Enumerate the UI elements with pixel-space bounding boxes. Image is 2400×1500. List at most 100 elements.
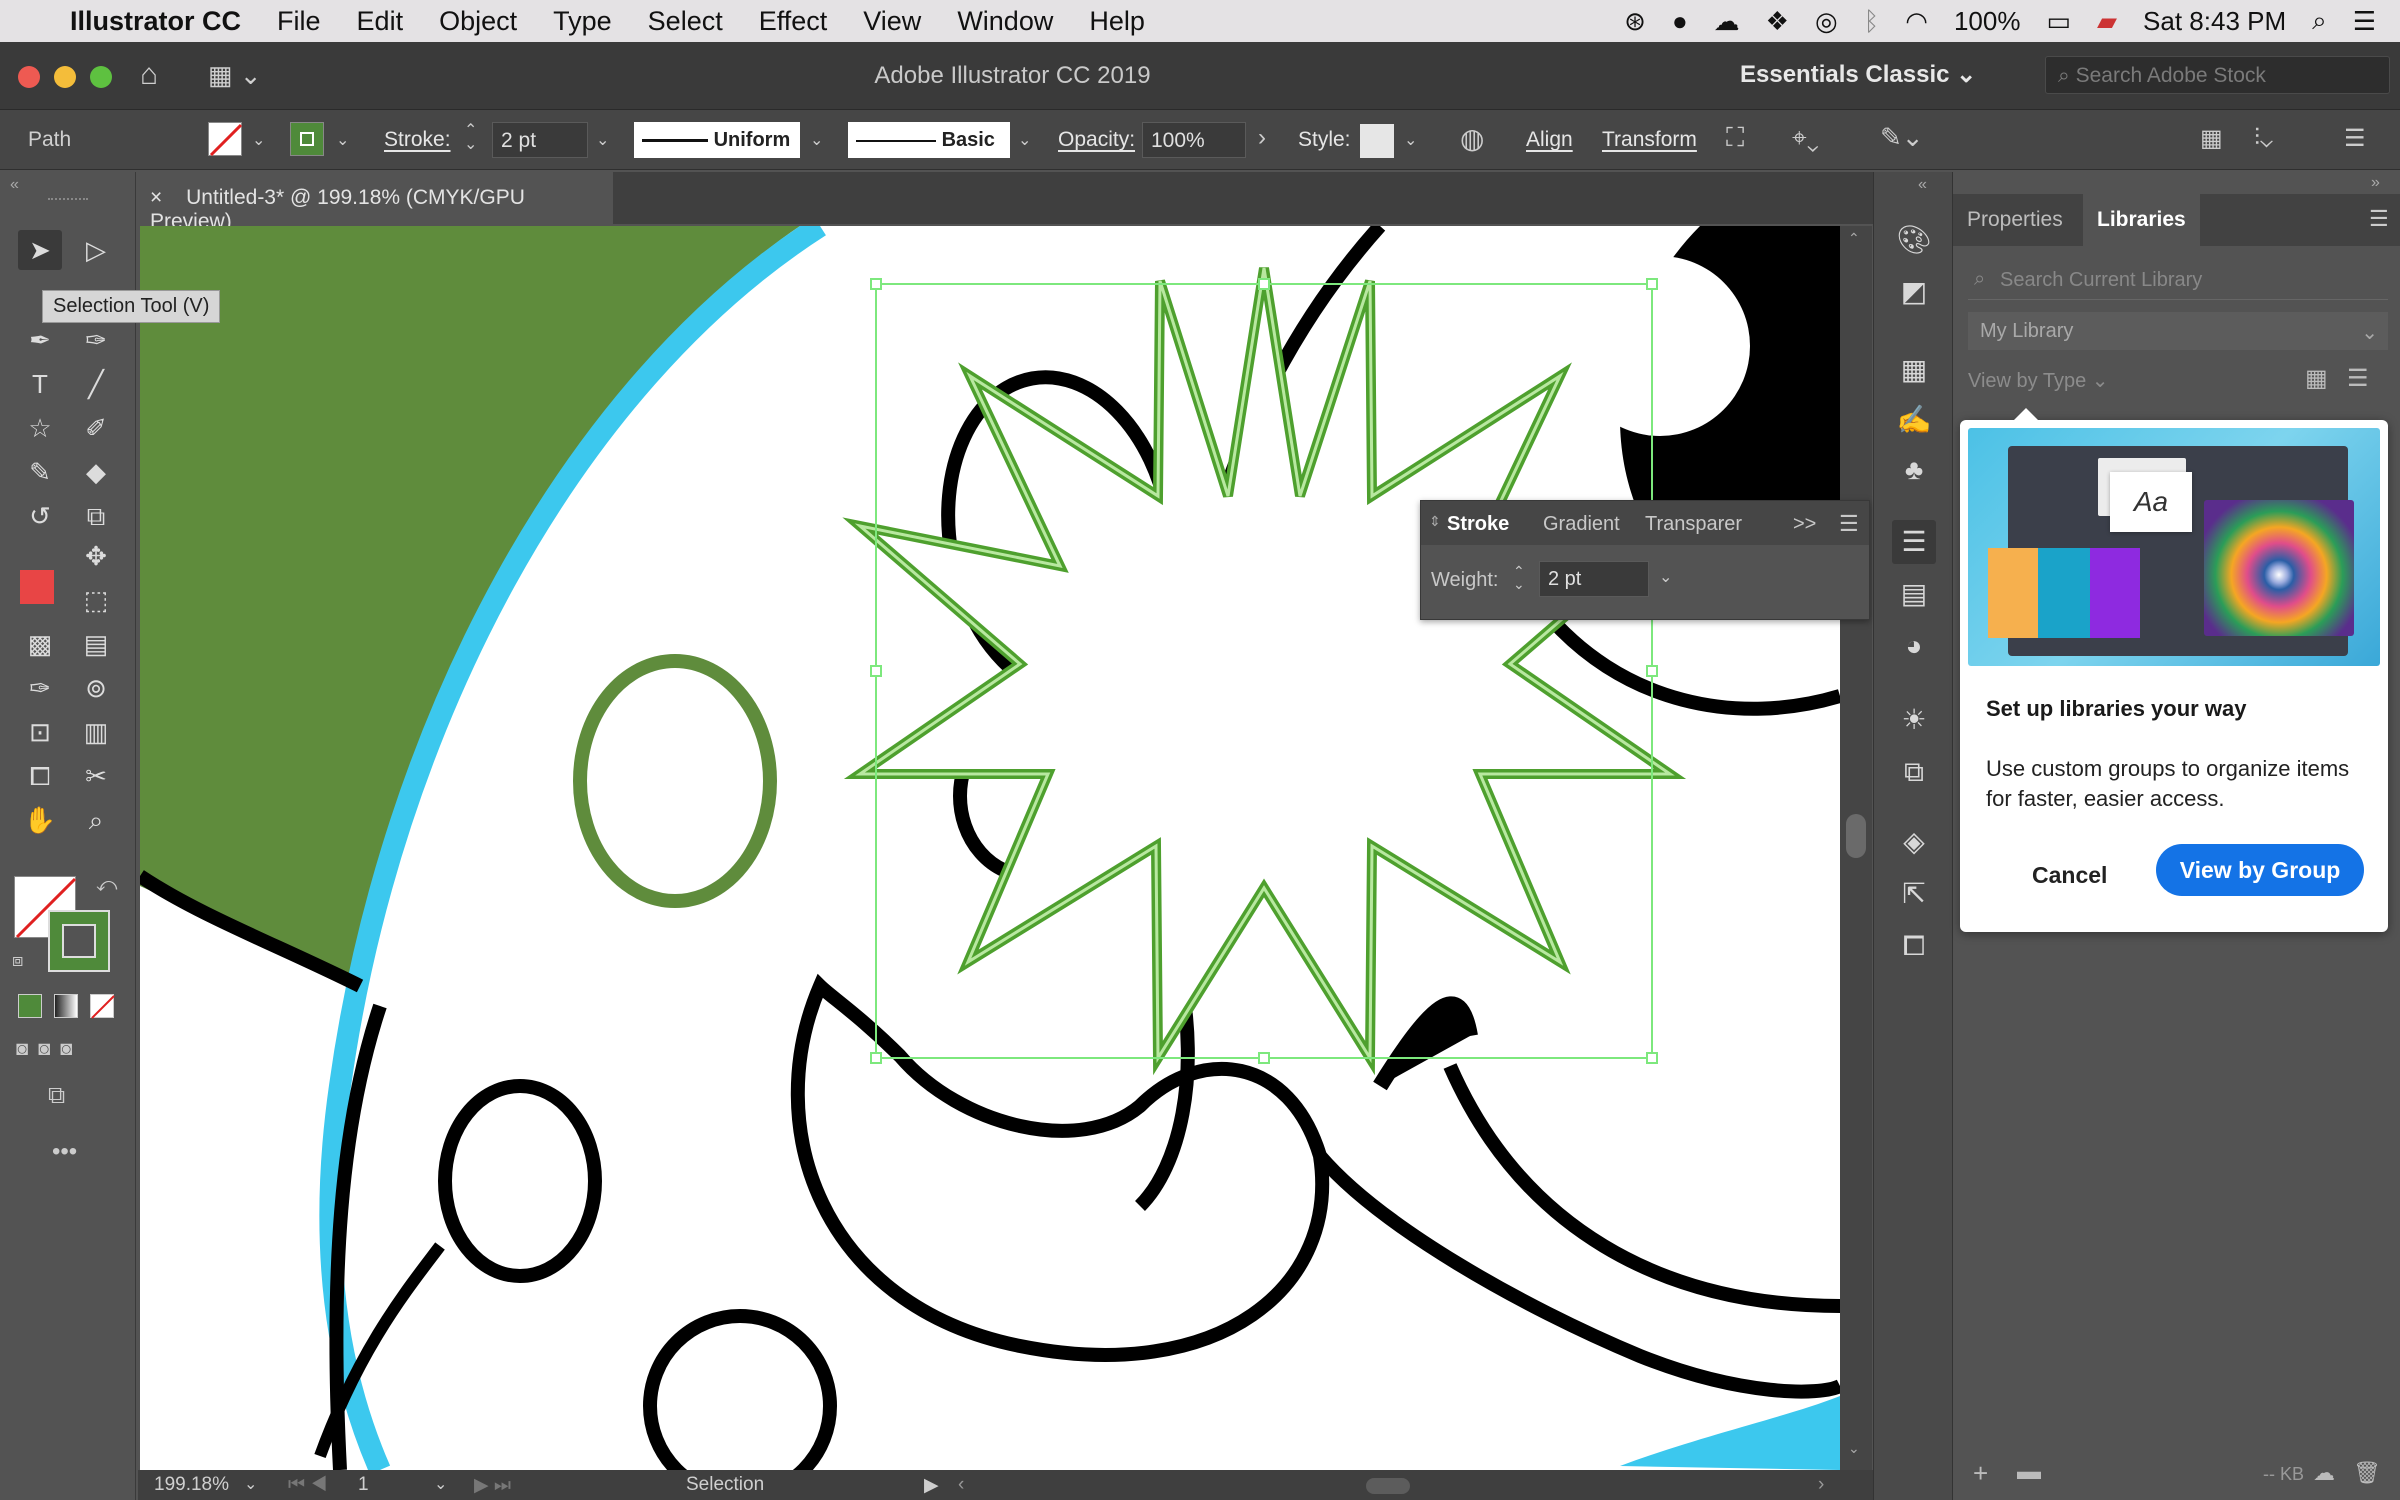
artboard-canvas[interactable] — [140, 226, 1840, 1470]
opacity-label[interactable]: Opacity: — [1058, 128, 1135, 152]
workspace-switcher[interactable]: Essentials Classic ⌄ — [1740, 60, 1976, 89]
variable-width-profile[interactable]: Uniform — [634, 122, 800, 158]
drawing-modes-icon[interactable]: ◙◙◙ — [16, 1038, 82, 1061]
toolbar-grip[interactable] — [48, 198, 88, 202]
menu-object[interactable]: Object — [439, 6, 517, 37]
panel-menu-icon[interactable]: ☰ — [2369, 206, 2389, 232]
wifi-icon[interactable]: ◠ — [1905, 6, 1928, 37]
tab-libraries[interactable]: Libraries — [2083, 194, 2200, 246]
stroke-label[interactable]: Stroke: — [384, 128, 451, 152]
expand-panel-icon[interactable]: » — [2371, 174, 2380, 192]
collapse-dock-icon[interactable]: « — [1918, 176, 1927, 194]
app-name-menu[interactable]: Illustrator CC — [70, 6, 241, 37]
column-graph-tool-icon[interactable]: ▥ — [74, 712, 118, 752]
distribute-icon[interactable]: ⫶⌄ — [2254, 124, 2273, 152]
fill-dropdown-icon[interactable]: ⌄ — [252, 130, 265, 150]
line-tool-icon[interactable]: ╱ — [74, 364, 118, 404]
cancel-button[interactable]: Cancel — [2020, 852, 2119, 899]
tab-stroke[interactable]: Stroke — [1447, 513, 1509, 536]
menu-edit[interactable]: Edit — [357, 6, 404, 37]
menu-effect[interactable]: Effect — [759, 6, 828, 37]
pen-tool-icon[interactable]: ✒ — [18, 320, 62, 360]
graphic-styles-icon[interactable]: ⧉ — [1892, 750, 1936, 794]
star-tool-icon[interactable]: ☆ — [18, 408, 62, 448]
stroke-weight-dropdown-icon[interactable]: ⌄ — [596, 130, 609, 150]
swap-fill-stroke-icon[interactable]: ⤺ — [96, 874, 117, 897]
symbols-panel-icon[interactable]: ♣ — [1892, 448, 1936, 492]
rotate-tool-icon[interactable]: ↺ — [18, 496, 62, 536]
mesh-tool-icon[interactable]: ▩ — [18, 624, 62, 664]
export-asset-icon[interactable]: ⇱ — [1892, 872, 1936, 916]
artboard-tool-icon[interactable]: ⧠ — [18, 756, 62, 796]
color-mode-icon[interactable] — [18, 994, 42, 1018]
brushes-panel-icon[interactable]: ✍ — [1892, 398, 1936, 442]
cloud-sync-icon[interactable]: ☁ — [2313, 1460, 2335, 1486]
profile-dropdown-icon[interactable]: ⌄ — [810, 130, 823, 150]
sync-icon[interactable]: ◎ — [1815, 6, 1838, 37]
first-artboard-icon[interactable]: ⏮ ◀ — [288, 1474, 327, 1496]
grid-view-icon[interactable]: ▦ — [2305, 364, 2328, 393]
battery-icon[interactable]: ▭ — [2046, 6, 2071, 37]
style-dropdown-icon[interactable]: ⌄ — [1404, 130, 1417, 150]
tab-gradient[interactable]: Gradient — [1543, 513, 1620, 536]
gradient-tool-icon[interactable]: ▤ — [74, 624, 118, 664]
blend-tool-icon[interactable]: ⊚ — [74, 668, 118, 708]
zoom-tool-icon[interactable]: ⌕ — [74, 800, 118, 840]
stock-search-input[interactable]: ⌕ Search Adobe Stock — [2045, 56, 2390, 94]
add-content-icon[interactable]: + — [1973, 1458, 1988, 1489]
notification-icon[interactable]: ● — [1672, 6, 1688, 37]
scroll-down-icon[interactable]: ⌄ — [1848, 1440, 1860, 1457]
view-by-group-button[interactable]: View by Group — [2156, 844, 2364, 896]
menu-window[interactable]: Window — [957, 6, 1053, 37]
select-similar-icon[interactable]: ⌖⌄ — [1792, 122, 1819, 154]
panel-grip-icon[interactable]: ⇕ — [1429, 513, 1441, 530]
hand-tool-icon[interactable]: ✋ — [18, 800, 62, 840]
stroke-color-swatch[interactable] — [290, 122, 324, 156]
transparency-panel-icon[interactable]: ◕ — [1892, 624, 1936, 668]
next-artboard-icon[interactable]: ▶ ⏭ — [474, 1474, 511, 1497]
curvature-tool-icon[interactable]: ✑ — [74, 320, 118, 360]
puppet-warp-icon[interactable]: ✎⌄ — [1880, 122, 1924, 153]
stroke-panel-icon[interactable]: ☰ — [1892, 520, 1936, 564]
stroke-dropdown-icon[interactable]: ⌄ — [336, 130, 349, 150]
direct-selection-tool-icon[interactable]: ▷ — [74, 230, 118, 270]
flag-icon[interactable]: ▰ — [2097, 6, 2117, 37]
trash-icon[interactable]: 🗑︎ — [2353, 1460, 2381, 1486]
none-mode-icon[interactable] — [90, 994, 115, 1019]
brush-definition[interactable]: Basic — [848, 122, 1010, 158]
menu-help[interactable]: Help — [1089, 6, 1145, 37]
recolor-artwork-icon[interactable]: ◍ — [1460, 122, 1484, 155]
list-view-icon[interactable]: ☰ — [2347, 364, 2369, 393]
shaper-tool-icon[interactable]: ✎ — [18, 452, 62, 492]
collapse-toolbar-icon[interactable]: « — [10, 176, 19, 194]
zoom-level[interactable]: 199.18% — [154, 1474, 229, 1496]
fill-color-icon[interactable] — [20, 570, 54, 604]
tab-properties[interactable]: Properties — [1953, 194, 2077, 246]
gradient-mode-icon[interactable] — [54, 994, 78, 1018]
symbol-sprayer-tool-icon[interactable]: ⊡ — [18, 712, 62, 752]
artboards-panel-icon[interactable]: ⧠ — [1892, 924, 1936, 968]
hscroll-right-icon[interactable]: › — [1818, 1474, 1824, 1496]
artboard-dropdown-icon[interactable]: ⌄ — [434, 1474, 447, 1494]
screen-mode-icon[interactable]: ⧉ — [48, 1082, 65, 1110]
weight-dropdown-icon[interactable]: ⌄ — [1659, 567, 1672, 587]
tab-transparency[interactable]: Transparer — [1645, 513, 1742, 536]
eyedropper-tool-icon[interactable]: ✑ — [18, 668, 62, 708]
hscroll-left-icon[interactable]: ‹ — [958, 1474, 964, 1496]
swatches-panel-icon[interactable]: ▦ — [1892, 348, 1936, 392]
spotlight-search-icon[interactable]: ⌕ — [2312, 5, 2327, 37]
panel-menu-icon[interactable]: ☰ — [1839, 511, 1859, 537]
color-panel-icon[interactable]: 🎨︎ — [1892, 218, 1936, 262]
opacity-arrow-icon[interactable]: › — [1258, 124, 1266, 152]
canvas-vertical-scrollbar[interactable]: ⌃ ⌄ — [1840, 226, 1872, 1470]
scroll-up-icon[interactable]: ⌃ — [1848, 230, 1860, 247]
menu-select[interactable]: Select — [648, 6, 723, 37]
panel-overflow-icon[interactable]: >> — [1793, 513, 1816, 536]
zoom-dropdown-icon[interactable]: ⌄ — [244, 1474, 257, 1494]
stroke-swatch-large[interactable] — [48, 910, 110, 972]
type-tool-icon[interactable]: T — [18, 364, 62, 404]
status-menu-arrow-icon[interactable]: ▶ — [924, 1474, 939, 1497]
color-guide-icon[interactable]: ◩ — [1892, 270, 1936, 314]
stroke-weight-input[interactable]: 2 pt — [492, 122, 588, 158]
fill-color-swatch[interactable] — [208, 122, 243, 157]
